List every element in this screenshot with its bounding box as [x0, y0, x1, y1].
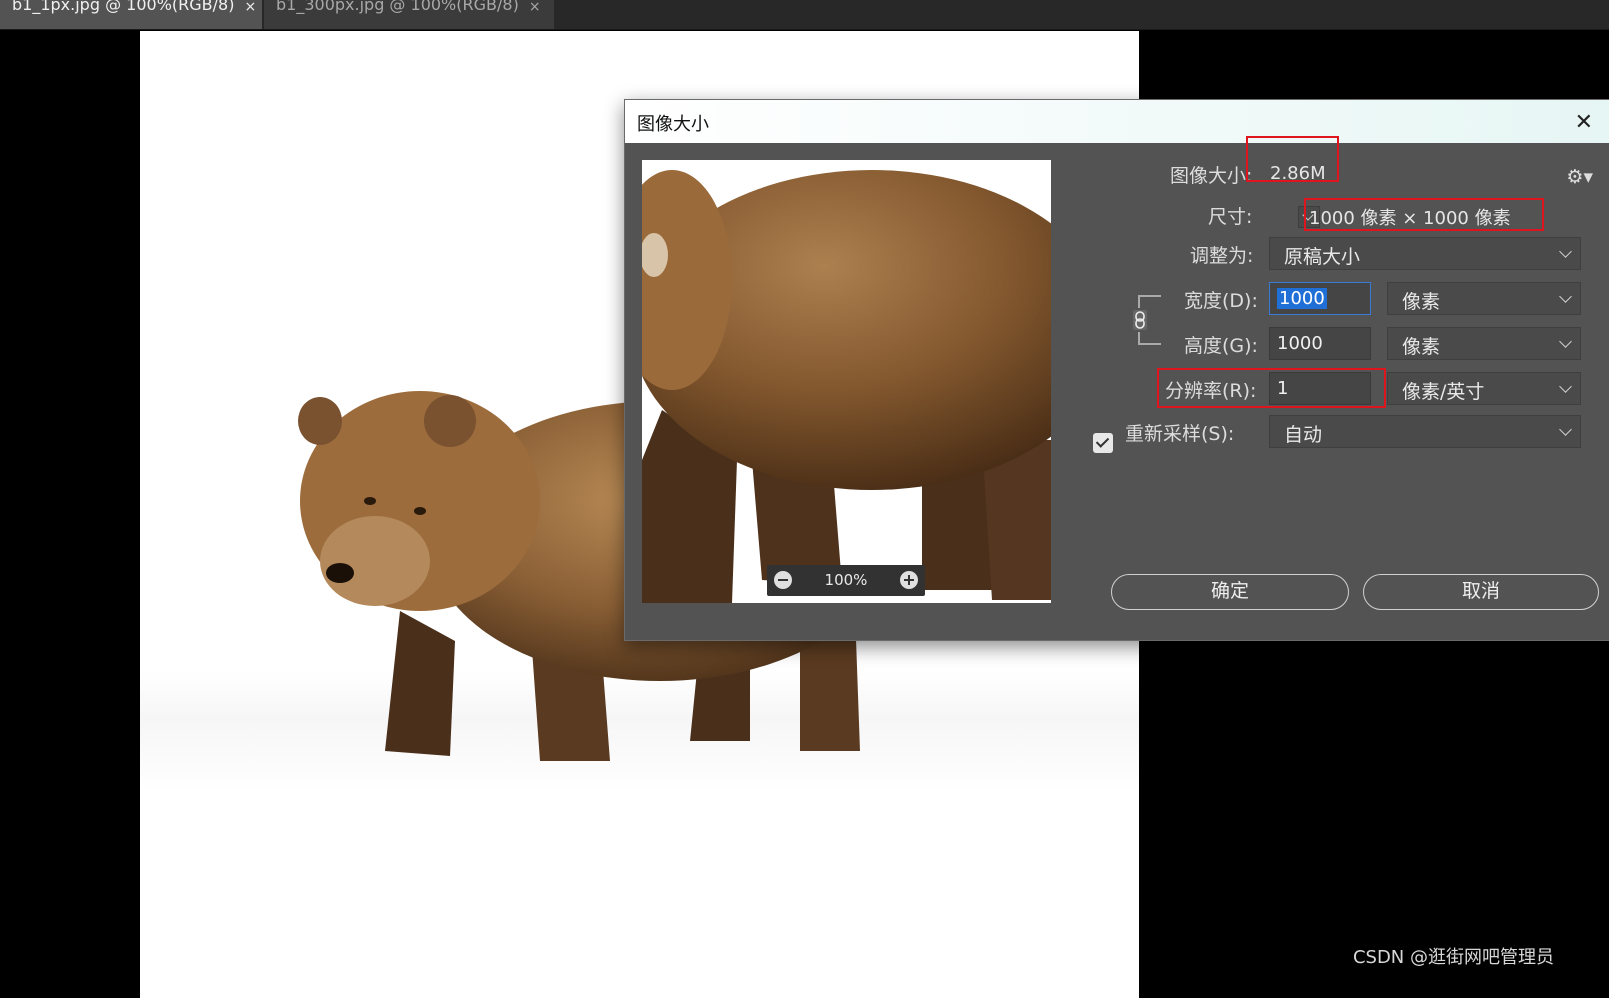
dialog-title: 图像大小 — [637, 114, 709, 135]
resample-checkbox[interactable] — [1093, 433, 1113, 453]
image-size-label: 图像大小: — [1170, 165, 1253, 187]
tab-close-icon[interactable]: × — [244, 0, 256, 14]
tab-label: b1_300px.jpg @ 100%(RGB/8) — [276, 0, 519, 14]
dialog-titlebar[interactable]: 图像大小 ✕ — [625, 100, 1609, 143]
highlight-box-dimensions — [1304, 198, 1544, 231]
height-label: 高度(G): — [1184, 335, 1258, 357]
chevron-down-icon — [1559, 290, 1572, 303]
image-preview[interactable]: 100% — [642, 160, 1051, 603]
tab-b1-1px[interactable]: b1_1px.jpg @ 100%(RGB/8) × — [0, 0, 262, 29]
bear-preview-image — [642, 160, 1051, 603]
preview-zoom-bar: 100% — [767, 565, 925, 596]
height-unit-value: 像素 — [1402, 336, 1441, 358]
resample-value: 自动 — [1284, 424, 1323, 446]
resolution-unit-select[interactable]: 像素/英寸 — [1387, 372, 1581, 405]
resample-select[interactable]: 自动 — [1269, 415, 1581, 448]
fit-to-value: 原稿大小 — [1284, 246, 1361, 268]
chevron-down-icon — [1559, 423, 1572, 436]
tab-b1-300px[interactable]: b1_300px.jpg @ 100%(RGB/8) × — [264, 0, 554, 29]
gear-icon[interactable]: ⚙▾ — [1566, 166, 1593, 188]
width-unit-select[interactable]: 像素 — [1387, 282, 1581, 315]
watermark-text: CSDN @逛街网吧管理员 — [1352, 947, 1554, 968]
constrain-proportions-link-icon[interactable] — [1133, 292, 1163, 348]
tab-close-icon[interactable]: × — [529, 0, 541, 14]
height-input[interactable]: 1000 — [1269, 327, 1371, 360]
image-size-dialog: 图像大小 ✕ 100% 图像大小: 2.86M ⚙▾ 尺寸: 1000 像素 ×… — [624, 99, 1609, 641]
tab-label: b1_1px.jpg @ 100%(RGB/8) — [12, 0, 235, 14]
chevron-down-icon — [1559, 335, 1572, 348]
highlight-box-resolution — [1157, 368, 1386, 408]
height-unit-select[interactable]: 像素 — [1387, 327, 1581, 360]
chevron-down-icon — [1559, 380, 1572, 393]
ok-button[interactable]: 确定 — [1111, 574, 1349, 610]
close-icon[interactable]: ✕ — [1575, 110, 1593, 135]
width-input[interactable]: 1000 — [1269, 282, 1371, 315]
width-value: 1000 — [1277, 288, 1327, 309]
chevron-down-icon — [1559, 245, 1572, 258]
cancel-button[interactable]: 取消 — [1363, 574, 1599, 610]
document-tab-bar: b1_1px.jpg @ 100%(RGB/8) × b1_300px.jpg @… — [0, 0, 1609, 30]
resolution-unit-value: 像素/英寸 — [1402, 381, 1485, 403]
resample-label: 重新采样(S): — [1125, 423, 1235, 445]
fit-to-select[interactable]: 原稿大小 — [1269, 237, 1581, 270]
width-unit-value: 像素 — [1402, 291, 1441, 313]
fit-to-label: 调整为: — [1190, 245, 1254, 267]
dimensions-label: 尺寸: — [1208, 206, 1253, 228]
width-label: 宽度(D): — [1184, 290, 1258, 312]
highlight-box-image-size — [1246, 136, 1339, 182]
height-value: 1000 — [1277, 333, 1323, 354]
zoom-in-icon[interactable] — [900, 571, 918, 589]
